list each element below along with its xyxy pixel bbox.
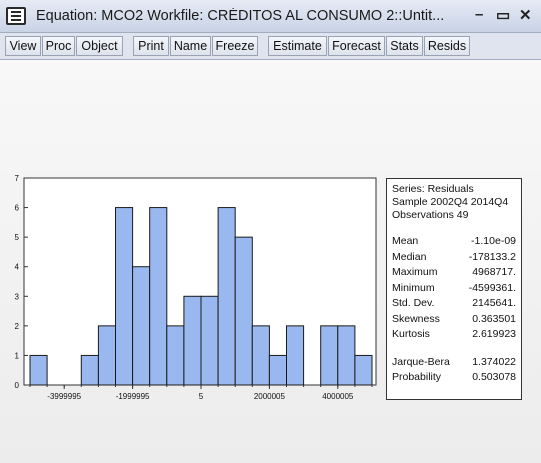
object-button[interactable]: Object bbox=[76, 36, 123, 56]
jb-label: Jarque-Bera bbox=[392, 355, 450, 368]
stat-label: Std. Dev. bbox=[392, 297, 435, 309]
stat-row: Mean -1.10e-09 bbox=[392, 234, 516, 250]
histogram-bar bbox=[217, 207, 236, 386]
minimize-icon[interactable]: – bbox=[475, 6, 483, 23]
name-button[interactable]: Name bbox=[170, 36, 211, 56]
histogram-bar bbox=[80, 354, 99, 386]
stat-row: Skewness 0.363501 bbox=[392, 312, 516, 328]
histogram-bar bbox=[166, 325, 185, 386]
series-label: Series: Residuals bbox=[392, 183, 474, 195]
stat-value: 4968717. bbox=[472, 266, 516, 278]
y-tick-label: 1 bbox=[15, 351, 20, 360]
y-tick-label: 6 bbox=[15, 204, 20, 213]
stat-label: Skewness bbox=[392, 312, 440, 325]
descriptive-stats-box: Series: Residuals Sample 2002Q4 2014Q4 O… bbox=[386, 178, 522, 400]
histogram-bar bbox=[268, 354, 287, 386]
x-tick-label: 5 bbox=[199, 392, 204, 401]
histogram-bar bbox=[132, 266, 151, 386]
y-tick-label: 5 bbox=[15, 233, 20, 242]
histogram-bar bbox=[149, 207, 168, 386]
jb-value: 1.374022 bbox=[472, 355, 516, 368]
histogram-bar bbox=[115, 207, 134, 386]
histogram-bar bbox=[29, 354, 48, 386]
title-bar[interactable]: Equation: MCO2 Workfile: CRÉDITOS AL CON… bbox=[0, 0, 541, 33]
close-icon[interactable]: ✕ bbox=[519, 6, 532, 24]
jb-label: Probability bbox=[392, 371, 442, 383]
histogram-bar bbox=[286, 325, 305, 386]
stat-row: Median -178133.2 bbox=[392, 250, 516, 266]
print-button[interactable]: Print bbox=[133, 36, 169, 56]
jb-row: Probability 0.503078 bbox=[392, 370, 516, 386]
histogram-bar bbox=[320, 325, 339, 386]
y-tick-label: 4 bbox=[15, 263, 20, 272]
histogram-bar bbox=[251, 325, 270, 386]
view-button[interactable]: View bbox=[5, 36, 41, 56]
stat-label: Mean bbox=[392, 235, 419, 247]
output-area: 0 1 2 3 4 5 6 7 -3999995 -1999995 5 2000005 4000005 … bbox=[0, 60, 541, 463]
histogram-bar bbox=[97, 325, 117, 386]
window-title: Equation: MCO2 Workfile: CRÉDITOS AL CON… bbox=[36, 8, 445, 24]
histogram-bar bbox=[200, 295, 219, 386]
stats-button[interactable]: Stats bbox=[386, 36, 423, 56]
stat-value: 0.363501 bbox=[472, 312, 516, 325]
stat-value: 2145641. bbox=[472, 297, 516, 309]
jb-value: 0.503078 bbox=[472, 371, 516, 383]
jb-row: Jarque-Bera 1.374022 bbox=[392, 355, 516, 371]
stat-row: Std. Dev. 2145641. bbox=[392, 296, 516, 312]
system-menu-icon[interactable] bbox=[6, 7, 26, 25]
x-tick-label: 4000005 bbox=[322, 392, 354, 401]
stat-row: Maximum 4968717. bbox=[392, 265, 516, 281]
proc-button[interactable]: Proc bbox=[42, 36, 75, 56]
stat-value: -4599361. bbox=[468, 281, 516, 294]
y-tick-label: 2 bbox=[15, 322, 20, 331]
resids-button[interactable]: Resids bbox=[424, 36, 470, 56]
toolbar: View Proc Object Print Name Freeze Estim… bbox=[0, 33, 541, 60]
estimate-button[interactable]: Estimate bbox=[268, 36, 327, 56]
x-tick-label: -3999995 bbox=[47, 392, 81, 401]
y-tick-label: 3 bbox=[15, 292, 20, 301]
histogram-bar bbox=[234, 236, 253, 386]
stat-label: Minimum bbox=[392, 281, 435, 294]
stat-value: 2.619923 bbox=[472, 328, 516, 340]
forecast-button[interactable]: Forecast bbox=[328, 36, 385, 56]
maximize-icon[interactable]: ▭ bbox=[496, 6, 510, 24]
stat-label: Maximum bbox=[392, 266, 438, 278]
y-tick-label: 0 bbox=[15, 381, 20, 390]
stat-label: Kurtosis bbox=[392, 328, 430, 340]
histogram-bar bbox=[183, 295, 202, 386]
stat-value: -178133.2 bbox=[468, 250, 516, 263]
stat-value: -1.10e-09 bbox=[471, 235, 516, 247]
x-tick-label: 2000005 bbox=[254, 392, 286, 401]
observations-label: Observations 49 bbox=[392, 209, 469, 221]
y-tick-label: 7 bbox=[15, 174, 20, 183]
stat-label: Median bbox=[392, 250, 427, 263]
histogram-bar bbox=[337, 325, 356, 386]
histogram-bar bbox=[354, 354, 373, 386]
freeze-button[interactable]: Freeze bbox=[212, 36, 258, 56]
stat-row: Kurtosis 2.619923 bbox=[392, 327, 516, 343]
stat-row: Minimum -4599361. bbox=[392, 281, 516, 297]
x-tick-label: -1999995 bbox=[116, 392, 150, 401]
sample-label: Sample 2002Q4 2014Q4 bbox=[392, 196, 509, 208]
